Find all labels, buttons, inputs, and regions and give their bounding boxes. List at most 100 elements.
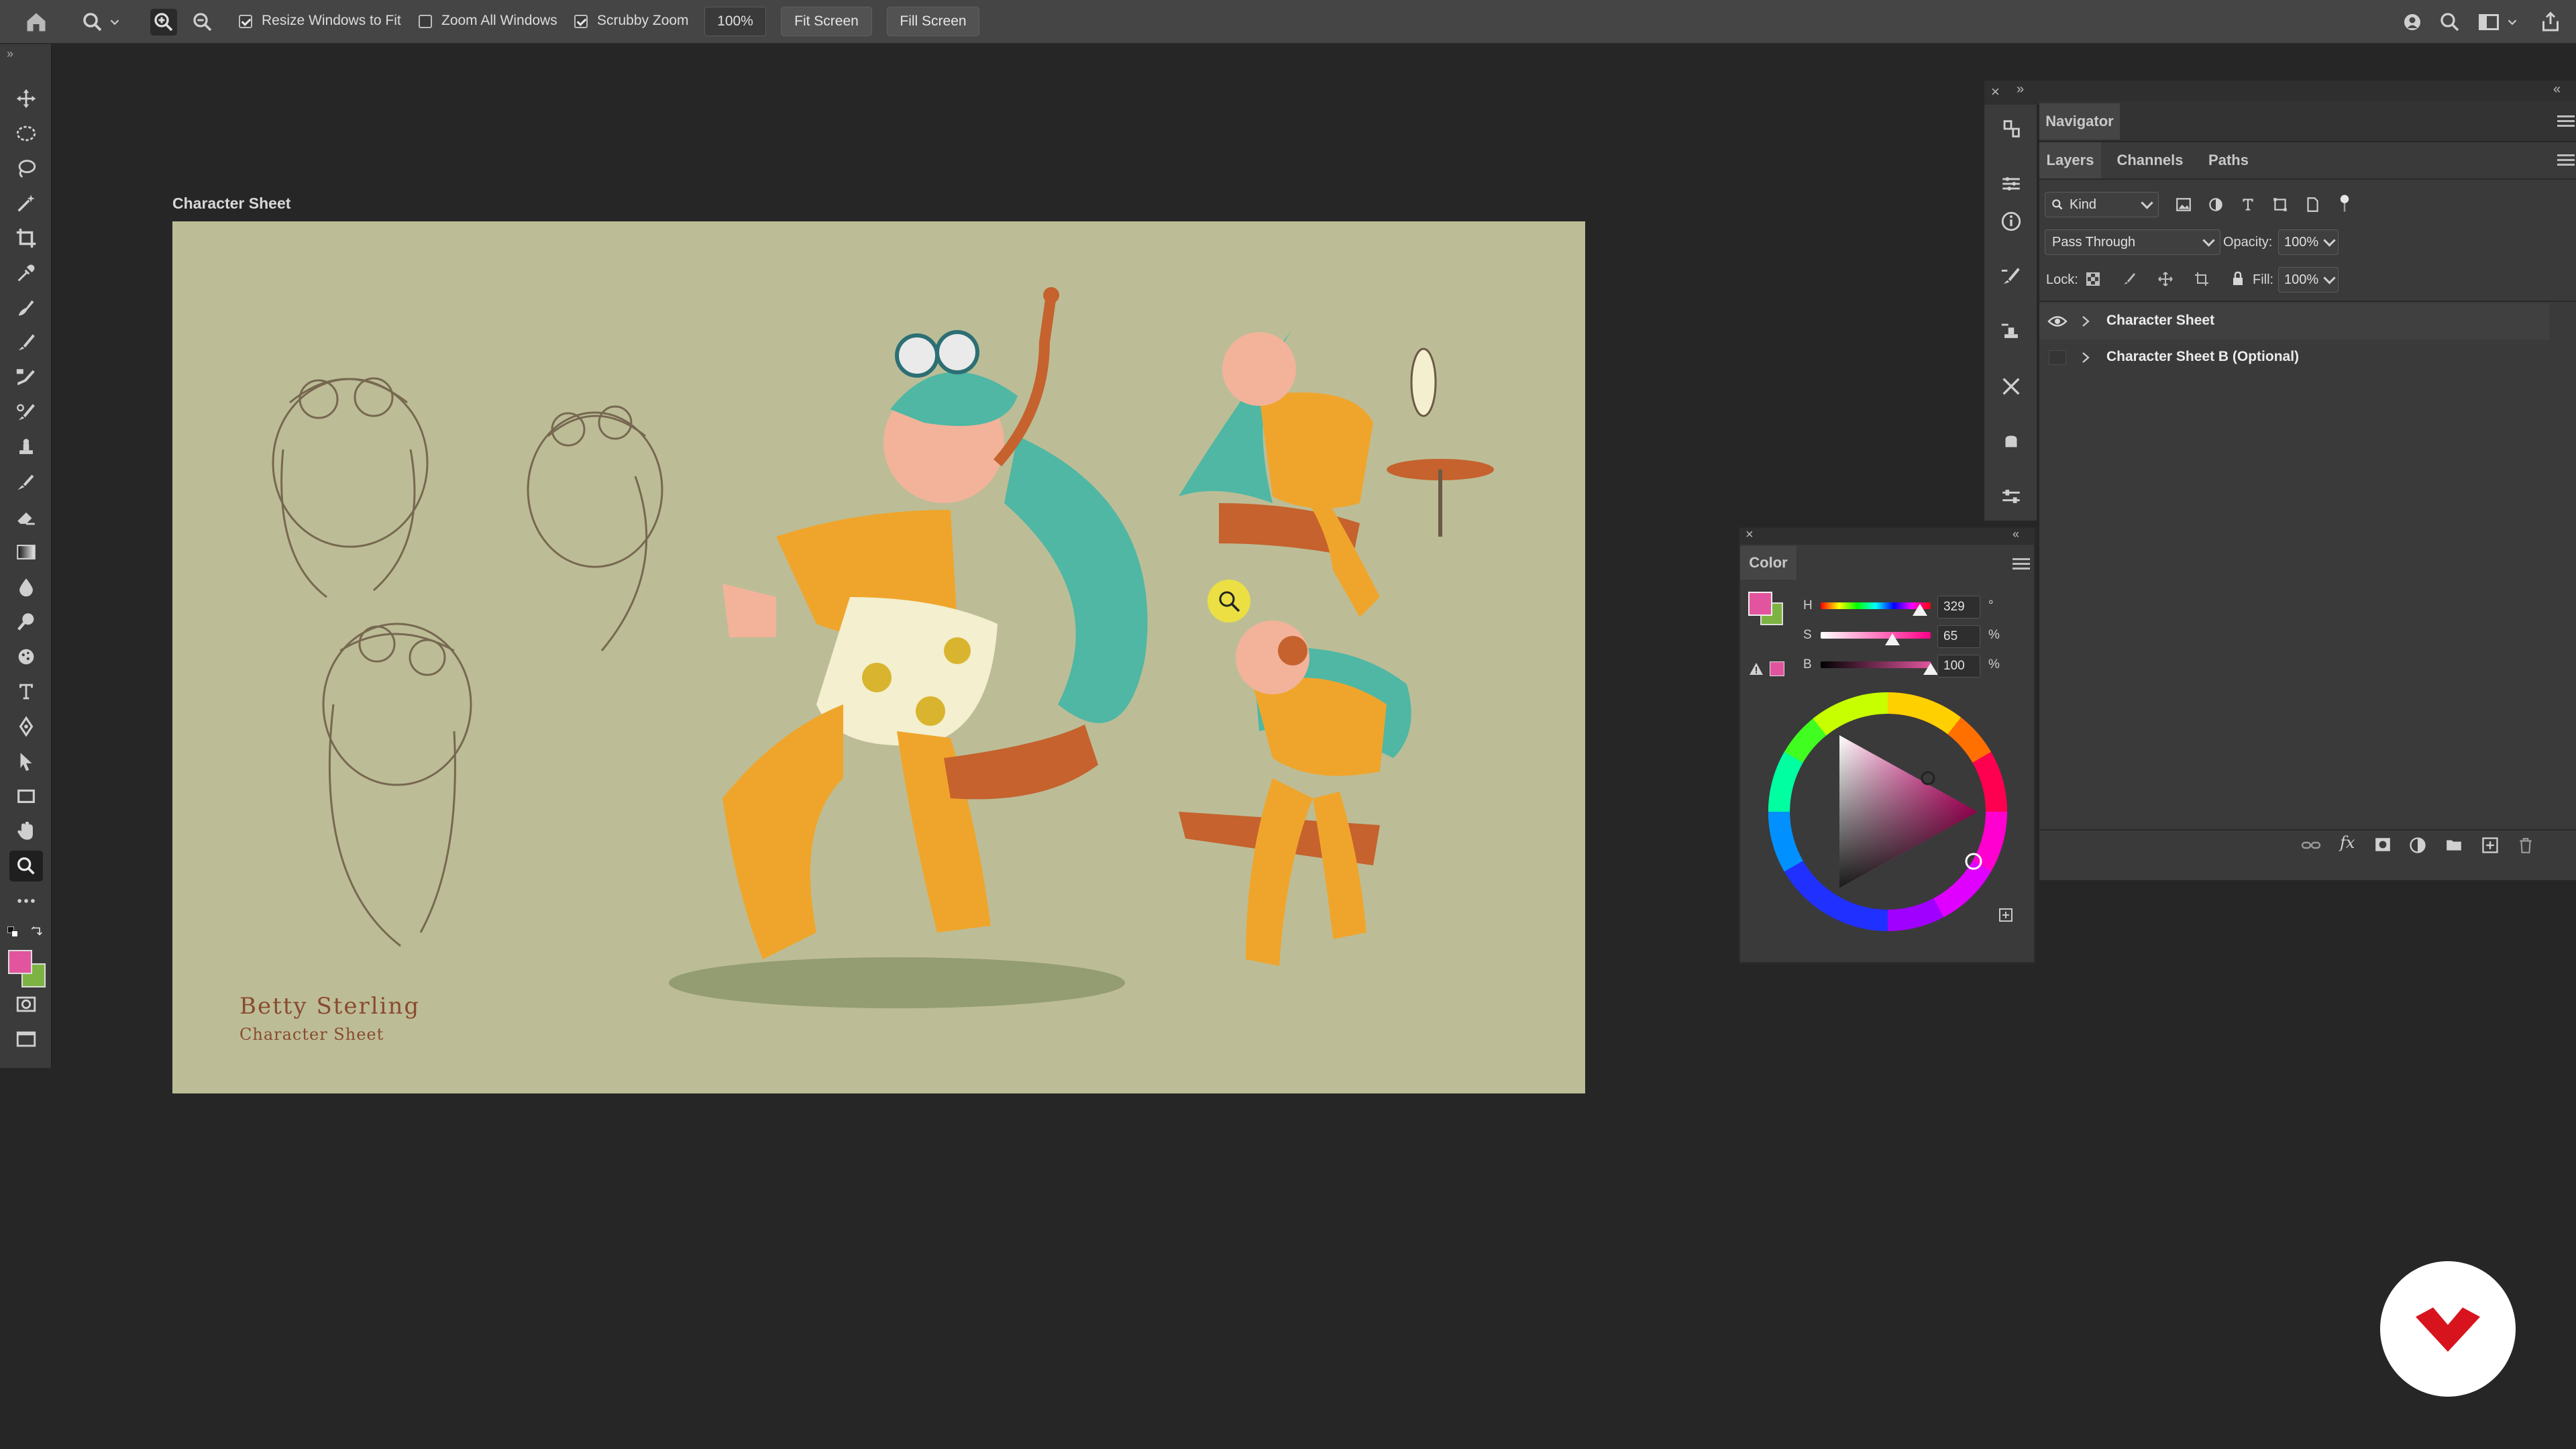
fill-field[interactable]: 100% bbox=[2278, 267, 2339, 292]
resize-windows-checkbox[interactable] bbox=[239, 15, 252, 28]
clone-source-icon[interactable] bbox=[1996, 317, 2026, 346]
expand-dock-icon[interactable]: » bbox=[2017, 82, 2024, 97]
b-value-field[interactable]: 100 bbox=[1937, 655, 1980, 678]
hue-slider-thumb[interactable] bbox=[1913, 604, 1927, 616]
tool-presets-icon[interactable] bbox=[1996, 372, 2026, 401]
fit-screen-button[interactable]: Fit Screen bbox=[781, 7, 872, 36]
info-icon[interactable] bbox=[1996, 207, 2026, 236]
filter-pixel-icon[interactable] bbox=[2175, 196, 2192, 213]
clone-stamp-icon[interactable] bbox=[9, 362, 43, 393]
hand-icon[interactable] bbox=[9, 816, 43, 847]
saturation-slider[interactable] bbox=[1821, 632, 1931, 639]
screen-mode-icon[interactable] bbox=[9, 1024, 43, 1055]
opacity-field[interactable]: 100% bbox=[2278, 229, 2339, 255]
layer-effects-icon[interactable]: fx bbox=[2340, 833, 2355, 852]
gamut-swatch[interactable] bbox=[1770, 661, 1784, 676]
workspace-icon[interactable] bbox=[2475, 9, 2502, 36]
eraser-icon[interactable] bbox=[9, 502, 43, 533]
zoom-in-icon[interactable] bbox=[150, 9, 177, 36]
filter-adjustment-icon[interactable] bbox=[2207, 196, 2224, 213]
history-brush-icon[interactable] bbox=[9, 397, 43, 428]
document-canvas[interactable]: Betty Sterling Character Sheet bbox=[172, 221, 1585, 1093]
close-dock-icon[interactable]: × bbox=[1991, 83, 2000, 101]
tab-channels[interactable]: Channels bbox=[2106, 142, 2194, 178]
eyedropper-icon[interactable] bbox=[9, 258, 43, 288]
lasso-icon[interactable] bbox=[9, 153, 43, 184]
lock-artboard-icon[interactable] bbox=[2194, 271, 2210, 287]
home-icon[interactable] bbox=[23, 9, 50, 36]
s-value-field[interactable]: 65 bbox=[1937, 625, 1980, 648]
rectangle-icon[interactable] bbox=[9, 781, 43, 812]
zoom-level-field[interactable]: 100% bbox=[704, 7, 766, 36]
layer-filter-dropdown[interactable]: Kind bbox=[2045, 192, 2159, 217]
tab-navigator[interactable]: Navigator bbox=[2039, 103, 2120, 140]
color-menu-icon[interactable] bbox=[2012, 558, 2030, 570]
crop-icon[interactable] bbox=[9, 223, 43, 254]
brush-icon[interactable] bbox=[9, 327, 43, 358]
close-color-panel-icon[interactable]: × bbox=[1746, 527, 1754, 543]
delete-layer-icon[interactable] bbox=[2517, 836, 2534, 855]
gradient-icon[interactable] bbox=[9, 537, 43, 568]
foreground-swatch[interactable] bbox=[1748, 592, 1772, 616]
default-colors-icon[interactable] bbox=[7, 926, 19, 938]
tab-paths[interactable]: Paths bbox=[2195, 142, 2262, 178]
swap-colors-icon[interactable] bbox=[30, 926, 43, 939]
filter-toggle-icon[interactable] bbox=[2334, 193, 2355, 213]
lock-transparent-icon[interactable] bbox=[2085, 271, 2101, 287]
h-value-field[interactable]: 329 bbox=[1937, 596, 1980, 619]
foreground-color-swatch[interactable] bbox=[8, 950, 32, 974]
magic-wand-icon[interactable] bbox=[9, 188, 43, 219]
properties-icon[interactable] bbox=[1996, 482, 2026, 511]
stamp-icon[interactable] bbox=[9, 432, 43, 463]
more-tools-icon[interactable] bbox=[9, 885, 43, 916]
adjustments-icon[interactable] bbox=[1996, 169, 2026, 199]
glyphs-icon[interactable] bbox=[1996, 427, 2026, 456]
navigator-menu-icon[interactable] bbox=[2557, 115, 2575, 127]
collapse-color-panel-icon[interactable]: « bbox=[2012, 527, 2019, 541]
path-selection-icon[interactable] bbox=[9, 746, 43, 777]
link-layers-icon[interactable] bbox=[2301, 837, 2321, 853]
move-icon[interactable] bbox=[9, 83, 43, 114]
visibility-toggle-off[interactable] bbox=[2049, 350, 2066, 365]
collapse-dock-icon[interactable]: « bbox=[2553, 82, 2561, 97]
filter-shape-icon[interactable] bbox=[2271, 196, 2289, 213]
gamut-warning-icon[interactable] bbox=[1748, 661, 1764, 676]
expand-group-icon[interactable] bbox=[2081, 315, 2090, 327]
brightness-slider[interactable] bbox=[1821, 661, 1931, 668]
tab-color[interactable]: Color bbox=[1740, 546, 1796, 580]
expand-color-panel-icon[interactable] bbox=[1998, 907, 2014, 923]
eye-icon[interactable] bbox=[2047, 314, 2068, 329]
learn-icon[interactable] bbox=[2399, 9, 2426, 36]
zoom-all-windows-checkbox[interactable] bbox=[419, 15, 432, 28]
search-icon[interactable] bbox=[2436, 9, 2463, 36]
art-history-icon[interactable] bbox=[9, 467, 43, 498]
sponge-icon[interactable] bbox=[9, 641, 43, 672]
share-icon[interactable] bbox=[2537, 9, 2564, 36]
color-wheel[interactable] bbox=[1766, 690, 2010, 934]
lock-image-icon[interactable] bbox=[2121, 271, 2137, 287]
marquee-icon[interactable] bbox=[9, 118, 43, 149]
expand-toolbar-icon[interactable]: » bbox=[7, 47, 13, 61]
brightness-slider-thumb[interactable] bbox=[1923, 663, 1938, 675]
blur-icon[interactable] bbox=[9, 572, 43, 602]
layer-row[interactable]: Character Sheet B (Optional) bbox=[2039, 339, 2549, 376]
layers-menu-icon[interactable] bbox=[2557, 154, 2575, 166]
chevron-down-icon[interactable] bbox=[107, 9, 122, 36]
new-group-icon[interactable] bbox=[2445, 836, 2463, 853]
saturation-slider-thumb[interactable] bbox=[1885, 633, 1900, 645]
lock-all-icon[interactable] bbox=[2230, 270, 2246, 287]
filter-type-icon[interactable] bbox=[2239, 196, 2257, 213]
add-mask-icon[interactable] bbox=[2373, 836, 2392, 853]
brush-settings-icon[interactable] bbox=[1996, 262, 2026, 291]
zoom-icon[interactable] bbox=[9, 851, 43, 881]
type-icon[interactable] bbox=[9, 676, 43, 707]
tab-layers[interactable]: Layers bbox=[2039, 142, 2101, 178]
dodge-icon[interactable] bbox=[9, 606, 43, 637]
expand-group-icon[interactable] bbox=[2081, 352, 2090, 364]
lock-position-icon[interactable] bbox=[2157, 271, 2174, 287]
new-adjustment-layer-icon[interactable] bbox=[2408, 836, 2427, 855]
quick-mask-icon[interactable] bbox=[9, 989, 43, 1020]
zoom-out-icon[interactable] bbox=[189, 9, 216, 36]
pen-icon[interactable] bbox=[9, 711, 43, 742]
healing-brush-icon[interactable] bbox=[9, 292, 43, 323]
